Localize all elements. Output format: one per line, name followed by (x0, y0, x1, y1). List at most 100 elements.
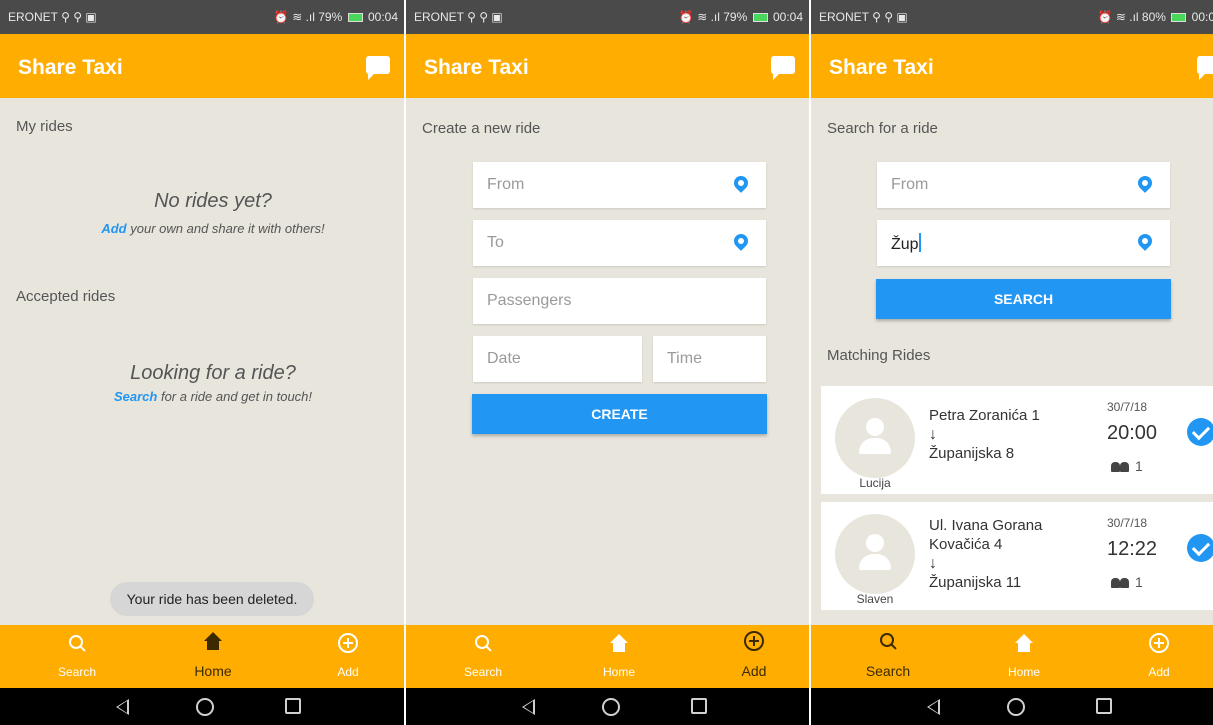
back-icon[interactable] (927, 699, 940, 715)
bottom-nav: Search Home Add (811, 625, 1213, 688)
my-rides-label: My rides (16, 118, 73, 135)
nav-home-label: Home (1007, 665, 1040, 679)
nav-home[interactable]: Home (173, 625, 253, 688)
check-circle-icon[interactable] (1187, 534, 1213, 562)
passengers-count: 1 (1135, 574, 1143, 590)
system-home-icon[interactable] (1007, 698, 1025, 716)
create-button[interactable]: CREATE (472, 394, 767, 434)
nav-search[interactable]: Search (848, 625, 928, 688)
location-pin-icon[interactable] (1135, 231, 1155, 251)
driver-name: Slaven (856, 592, 894, 606)
app-title: Share Taxi (424, 56, 529, 79)
system-home-icon[interactable] (196, 698, 214, 716)
battery-icon (347, 13, 363, 22)
ride-date: 30/7/18 (1107, 400, 1148, 414)
search-icon (473, 633, 493, 653)
text-caret (918, 233, 921, 252)
recents-icon[interactable] (691, 698, 707, 714)
system-nav-bar (0, 688, 404, 725)
add-link[interactable]: Add (101, 221, 126, 236)
ride-time: 12:22 (1107, 538, 1158, 560)
nav-add-label: Add (741, 663, 767, 679)
back-icon[interactable] (522, 699, 535, 715)
looking-title: Looking for a ride? (130, 362, 296, 384)
no-rides-title: No rides yet? (154, 190, 272, 212)
create-ride-screen: ERONET ⚲ ⚲ ▣ ⏰ ≋ .ıl 79% 00:04 Share Tax… (406, 0, 809, 725)
passengers-placeholder: Passengers (487, 292, 572, 309)
nav-search[interactable]: Search (443, 625, 523, 688)
recents-icon[interactable] (1096, 698, 1112, 714)
status-indicators: ⏰ ≋ .ıl 79% (678, 10, 748, 24)
no-rides-message: Add your own and share it with others! (0, 221, 404, 236)
status-bar: ERONET ⚲ ⚲ ▣ ⏰ ≋ .ıl 80% 00:0 (811, 0, 1213, 34)
check-circle-icon[interactable] (1187, 418, 1213, 446)
nav-add[interactable]: Add (1119, 625, 1199, 688)
nav-add[interactable]: Add (714, 625, 794, 688)
time-placeholder: Time (667, 350, 702, 367)
from-input[interactable]: From (473, 162, 766, 208)
ride-card[interactable]: Slaven Ul. Ivana Gorana Kovačića 4 ↓ Žup… (821, 502, 1213, 610)
add-circle-icon (744, 631, 764, 651)
avatar (835, 514, 915, 594)
location-pin-icon[interactable] (1135, 173, 1155, 193)
status-time: 00:0 (1191, 10, 1213, 24)
accepted-rides-label: Accepted rides (16, 288, 116, 305)
nav-search-label: Search (865, 663, 911, 679)
search-link[interactable]: Search (114, 389, 157, 404)
ride-route: Ul. Ivana Gorana Kovačića 4 ↓ Županijska… (929, 516, 1079, 592)
matching-rides-label: Matching Rides (827, 347, 931, 364)
ride-from: Ul. Ivana Gorana Kovačića 4 (929, 517, 1043, 553)
to-input[interactable]: To (473, 220, 766, 266)
nav-add-label: Add (1148, 665, 1170, 679)
search-button[interactable]: SEARCH (876, 279, 1171, 319)
search-icon (878, 631, 898, 651)
location-pin-icon[interactable] (731, 173, 751, 193)
no-rides-text: your own and share it with others! (130, 221, 325, 236)
system-nav-bar (406, 688, 809, 725)
app-bar: Share Taxi (406, 34, 809, 98)
people-icon (1111, 462, 1129, 472)
status-indicators: ⏰ ≋ .ıl 79% (273, 10, 343, 24)
recents-icon[interactable] (285, 698, 301, 714)
nav-add-label: Add (337, 665, 359, 679)
person-icon (866, 534, 884, 552)
person-icon-body (859, 438, 891, 454)
ride-from: Petra Zoranića 1 (929, 407, 1040, 424)
nav-home[interactable]: Home (579, 625, 659, 688)
passengers-count: 1 (1135, 458, 1143, 474)
back-icon[interactable] (116, 699, 129, 715)
status-bar: ERONET ⚲ ⚲ ▣ ⏰ ≋ .ıl 79% 00:04 (0, 0, 404, 34)
person-icon (866, 418, 884, 436)
nav-home-label: Home (602, 665, 635, 679)
ride-card[interactable]: Lucija Petra Zoranića 1 ↓ Županijska 8 3… (821, 386, 1213, 494)
ride-time: 20:00 (1107, 422, 1158, 444)
nav-add[interactable]: Add (308, 625, 388, 688)
search-heading: Search for a ride (827, 120, 938, 137)
from-placeholder: From (487, 176, 525, 193)
driver-name: Lucija (859, 476, 891, 490)
from-input[interactable]: From (877, 162, 1170, 208)
chat-icon[interactable] (771, 56, 795, 80)
system-home-icon[interactable] (602, 698, 620, 716)
arrow-down-icon: ↓ (929, 426, 937, 443)
nav-home[interactable]: Home (984, 625, 1064, 688)
chat-icon[interactable] (366, 56, 390, 80)
date-input[interactable]: Date (473, 336, 642, 382)
time-input[interactable]: Time (653, 336, 766, 382)
to-placeholder: To (487, 234, 504, 251)
passengers-input[interactable]: Passengers (473, 278, 766, 324)
to-value-text: Žup (891, 236, 919, 253)
to-input[interactable]: Žup (877, 220, 1170, 266)
nav-search[interactable]: Search (37, 625, 117, 688)
system-nav-bar (811, 688, 1213, 725)
nav-search-label: Search (463, 665, 503, 679)
chat-icon[interactable] (1197, 56, 1213, 80)
search-icon (67, 633, 87, 653)
status-right: ⏰ ≋ .ıl 79% 00:04 (679, 10, 803, 24)
ride-to: Županijska 11 (929, 574, 1022, 591)
to-input-value: Žup (891, 233, 921, 254)
add-circle-icon (1149, 633, 1169, 653)
location-pin-icon[interactable] (731, 231, 751, 251)
app-title: Share Taxi (829, 56, 934, 79)
bottom-nav: Search Home Add (406, 625, 809, 688)
